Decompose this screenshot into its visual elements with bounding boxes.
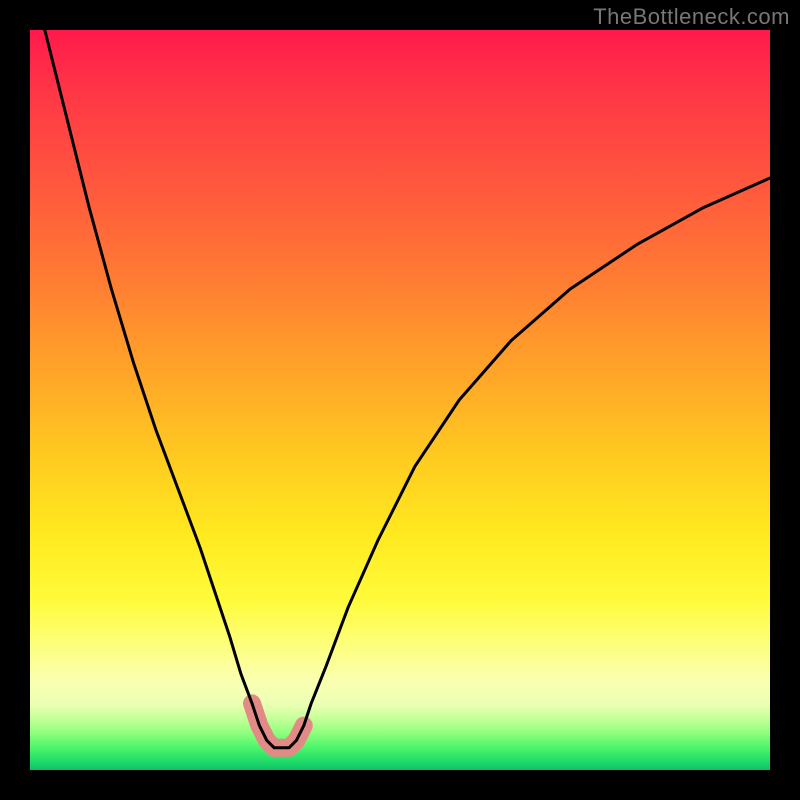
chart-stage: TheBottleneck.com	[0, 0, 800, 800]
plot-area	[30, 30, 770, 770]
watermark-text: TheBottleneck.com	[593, 4, 790, 30]
bottleneck-curve	[45, 30, 770, 748]
curve-layer	[30, 30, 770, 770]
